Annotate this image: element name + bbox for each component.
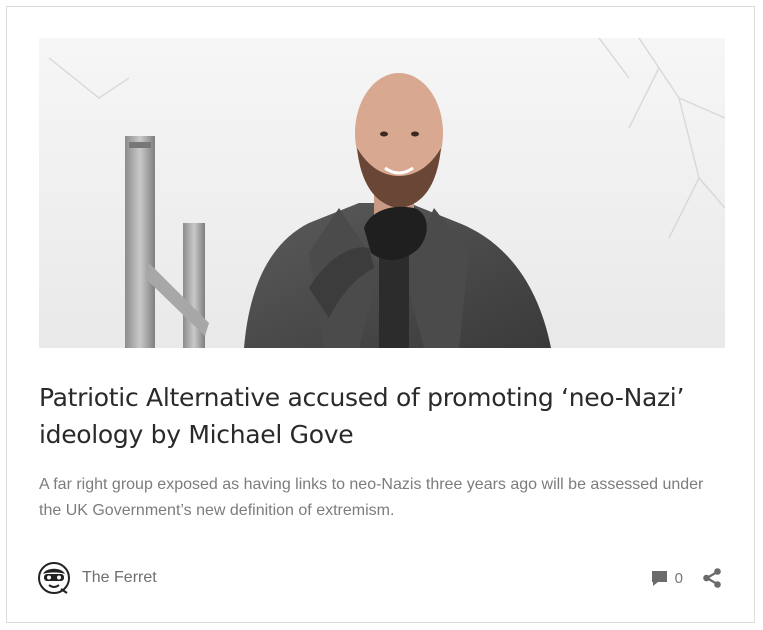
featured-image[interactable]	[39, 38, 725, 348]
ferret-logo-icon	[38, 562, 70, 594]
comments-link[interactable]: 0	[650, 569, 683, 588]
photo-illustration	[39, 38, 725, 348]
article-card: Patriotic Alternative accused of promoti…	[6, 6, 755, 623]
comment-count: 0	[674, 569, 683, 587]
author-name[interactable]: The Ferret	[82, 569, 157, 587]
share-button[interactable]	[701, 567, 723, 589]
article-actions: 0	[650, 558, 723, 598]
comment-icon	[651, 570, 667, 586]
share-icon	[703, 568, 721, 588]
article-excerpt: A far right group exposed as having link…	[39, 476, 704, 519]
article-title[interactable]: Patriotic Alternative accused of promoti…	[39, 379, 729, 453]
article-footer: The Ferret 0	[37, 558, 723, 598]
author-link[interactable]: The Ferret	[37, 558, 157, 598]
